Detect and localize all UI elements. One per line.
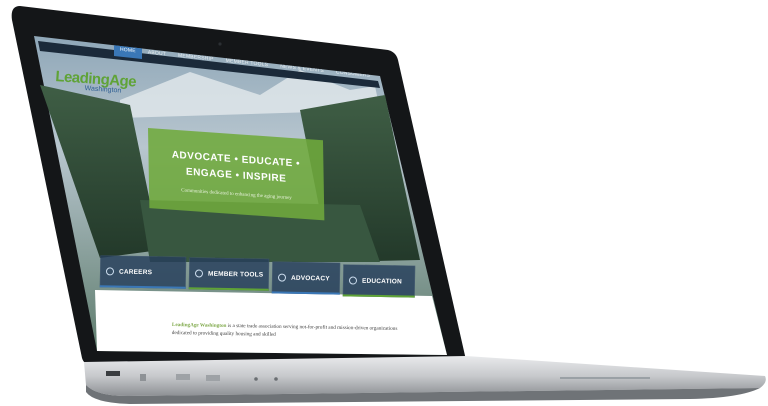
book-icon — [348, 276, 358, 285]
tile-advocacy[interactable]: ADVOCACY — [271, 261, 341, 295]
usb-port-icon — [176, 374, 190, 380]
tile-label: EDUCATION — [361, 277, 403, 285]
usb-port-icon — [206, 375, 220, 381]
tile-label: ADVOCACY — [290, 274, 330, 282]
tile-label: CAREERS — [118, 268, 153, 276]
hero-subtitle: Communities dedicated to enhancing the a… — [181, 188, 292, 202]
hero-banner: ADVOCATE • EDUCATE • ENGAGE • INSPIRE Co… — [148, 128, 325, 221]
site-logo[interactable]: LeadingAge Washington — [54, 68, 137, 96]
tile-education[interactable]: EDUCATION — [342, 264, 416, 298]
port-icon — [140, 374, 146, 381]
intro-paragraph: LeadingAge Washington is a state trade a… — [172, 321, 417, 341]
port-icon — [106, 371, 120, 376]
megaphone-icon — [277, 273, 287, 282]
heart-icon — [194, 269, 204, 278]
tile-label: MEMBER TOOLS — [207, 270, 264, 279]
person-icon — [105, 267, 115, 276]
camera-icon — [218, 42, 222, 46]
tile-member-tools[interactable]: MEMBER TOOLS — [188, 257, 270, 291]
intro-org-name: LeadingAge Washington — [171, 321, 227, 329]
port-icon — [254, 377, 258, 381]
port-icon — [274, 377, 278, 381]
tile-careers[interactable]: CAREERS — [99, 255, 187, 289]
